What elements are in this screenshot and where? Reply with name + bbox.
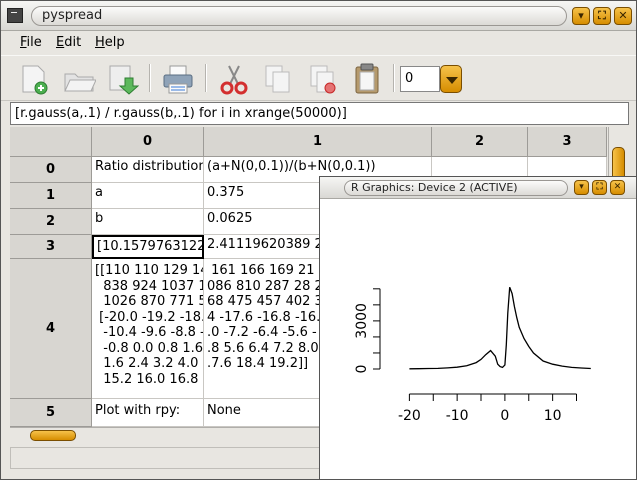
- r-title-bar[interactable]: R Graphics: Device 2 (ACTIVE) ▾ ⛶ ✕: [320, 177, 636, 199]
- y-tick-label: 0: [354, 365, 370, 374]
- table-selector-input[interactable]: 0: [400, 66, 440, 92]
- column-header[interactable]: 0: [92, 127, 204, 157]
- row-header[interactable]: 5: [10, 399, 92, 427]
- paste-icon[interactable]: [350, 62, 384, 96]
- r-minimize-button[interactable]: ▾: [574, 180, 589, 195]
- row-header[interactable]: 4: [10, 259, 92, 399]
- r-maximize-button[interactable]: ⛶: [592, 180, 607, 195]
- column-header[interactable]: 2: [432, 127, 528, 157]
- density-line: [409, 286, 591, 370]
- menu-help[interactable]: Help: [95, 35, 125, 50]
- ratio-distribution-plot: 0 3000 -20 -10 0 10: [354, 286, 591, 424]
- new-icon[interactable]: [17, 62, 51, 96]
- x-tick-label: 0: [500, 408, 509, 424]
- cell[interactable]: a: [92, 183, 204, 209]
- row-header[interactable]: 0: [10, 157, 92, 183]
- print-icon[interactable]: [161, 62, 195, 96]
- menu-bar: File Edit Help: [1, 31, 636, 55]
- window-title: pyspread: [31, 6, 567, 26]
- row-header[interactable]: 2: [10, 209, 92, 235]
- cell[interactable]: Ratio distribution: [92, 157, 204, 183]
- formula-input[interactable]: [r.gauss(a,.1) / r.gauss(b,.1) for i in …: [10, 102, 629, 125]
- r-close-button[interactable]: ✕: [610, 180, 625, 195]
- save-icon[interactable]: [105, 62, 139, 96]
- minimize-button[interactable]: ▾: [572, 7, 590, 25]
- open-icon[interactable]: [62, 62, 96, 96]
- r-window-title: R Graphics: Device 2 (ACTIVE): [344, 180, 568, 196]
- row-header[interactable]: 3: [10, 235, 92, 259]
- table-selector-dropdown-button[interactable]: [440, 65, 462, 93]
- cell-selected[interactable]: [10.1579763122: [92, 235, 204, 259]
- grid-corner[interactable]: [10, 127, 92, 157]
- r-window-controls: ▾ ⛶ ✕: [574, 180, 625, 195]
- maximize-button[interactable]: ⛶: [593, 7, 611, 25]
- toolbar-separator: [149, 64, 151, 92]
- column-header[interactable]: 3: [528, 127, 607, 157]
- menu-edit[interactable]: Edit: [56, 35, 81, 50]
- cell[interactable]: [[110 110 129 143 838 924 1037 1 1026 87…: [92, 259, 204, 399]
- x-tick-label: 10: [544, 408, 562, 424]
- column-header[interactable]: 1: [204, 127, 432, 157]
- cell[interactable]: b: [92, 209, 204, 235]
- terminal-icon[interactable]: [7, 8, 23, 23]
- toolbar-separator: [393, 64, 395, 92]
- copy-icon[interactable]: [261, 62, 295, 96]
- toolbar: 0: [1, 55, 636, 101]
- y-axis: 0 3000: [354, 288, 381, 374]
- cell[interactable]: Plot with rpy:: [92, 399, 204, 427]
- cut-icon[interactable]: [217, 62, 251, 96]
- window-controls: ▾ ⛶ ✕: [572, 7, 632, 25]
- y-tick-label: 3000: [354, 303, 370, 339]
- r-graphics-window: R Graphics: Device 2 (ACTIVE) ▾ ⛶ ✕ 0 300…: [319, 176, 637, 480]
- x-tick-label: -10: [446, 408, 469, 424]
- menu-file[interactable]: File: [20, 35, 42, 50]
- title-bar[interactable]: pyspread ▾ ⛶ ✕: [1, 1, 636, 31]
- row-header[interactable]: 1: [10, 183, 92, 209]
- copy-result-icon[interactable]: [306, 62, 340, 96]
- close-button[interactable]: ✕: [614, 7, 632, 25]
- toolbar-separator: [205, 64, 207, 92]
- x-axis: -20 -10 0 10: [398, 393, 578, 424]
- horizontal-scroll-thumb[interactable]: [30, 430, 76, 441]
- x-tick-label: -20: [398, 408, 421, 424]
